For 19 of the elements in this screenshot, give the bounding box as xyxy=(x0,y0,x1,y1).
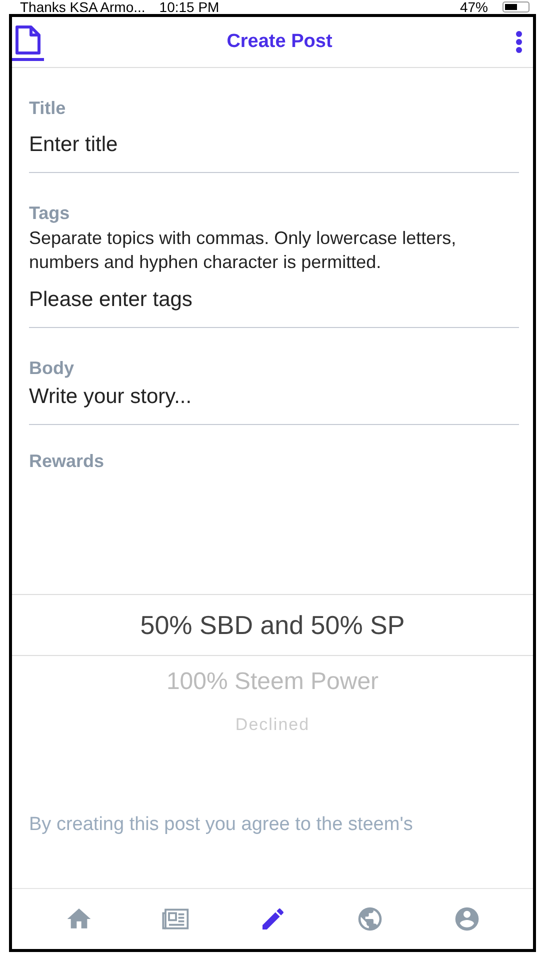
picker-option[interactable]: 50% SBD and 50% SP xyxy=(12,594,533,656)
input-field[interactable]: Please enter tags xyxy=(29,274,519,328)
field-hint: Separate topics with commas. Only lowercase letters, numbers and hyphen character is permitted. xyxy=(29,227,458,274)
field-label: Body xyxy=(29,358,75,379)
carrier-name: Thanks KSA Armo... xyxy=(20,0,146,14)
profile-icon[interactable] xyxy=(452,905,480,933)
page-title: Create Post xyxy=(226,31,334,53)
agreement-text: By creating this post you agree to the steem's xyxy=(29,814,414,836)
more-options-icon[interactable] xyxy=(515,30,523,54)
field-label: Title xyxy=(29,98,67,119)
picker-option[interactable]: 100% Steem Power xyxy=(12,656,533,708)
input-field[interactable]: Write your story... xyxy=(29,379,519,425)
clock-time: 10:15 PM xyxy=(159,0,220,14)
input-field[interactable]: Enter title xyxy=(29,119,519,173)
document-icon[interactable] xyxy=(12,23,44,61)
globe-icon[interactable] xyxy=(356,905,384,933)
field-label: Rewards xyxy=(29,451,106,472)
field-label: Tags xyxy=(29,203,71,224)
battery-percent: 47% xyxy=(460,0,488,14)
